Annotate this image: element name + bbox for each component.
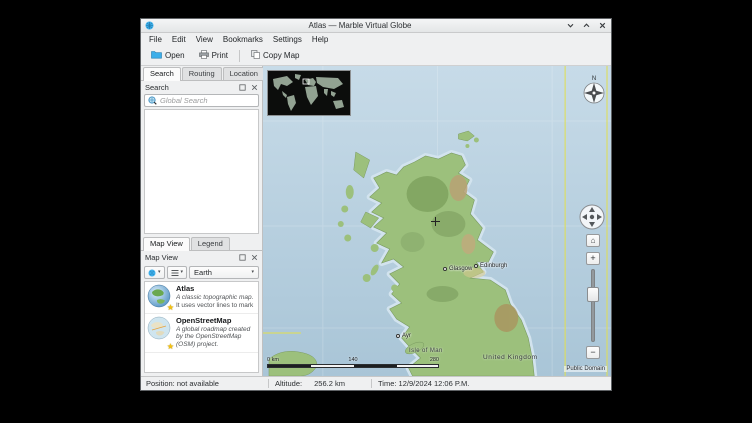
status-time: Time: 12/9/2024 12:06 P.M.: [372, 379, 475, 388]
map-view-panel-header: Map View: [141, 251, 262, 263]
pan-control[interactable]: [579, 204, 605, 235]
status-altitude-label: Altitude:: [275, 379, 302, 388]
status-position: Position: not available: [141, 379, 268, 388]
maximize-button[interactable]: [582, 21, 591, 30]
theme-item-openstreetmap[interactable]: ★ OpenStreetMap A global roadmap created…: [145, 314, 258, 353]
theme-description: It uses vector lines to mark: [176, 302, 256, 310]
globe-icon: [148, 265, 156, 280]
sidebar: Search Routing Location Search: [141, 66, 263, 376]
menu-bookmarks[interactable]: Bookmarks: [218, 35, 268, 44]
status-altitude: Altitude: 256.2 km: [269, 379, 371, 388]
view-mode-button[interactable]: ▾: [167, 266, 188, 279]
close-button[interactable]: [598, 21, 607, 30]
copy-map-button[interactable]: Copy Map: [245, 47, 305, 64]
search-panel-header: Search: [141, 81, 262, 93]
status-altitude-value: 256.2 km: [314, 379, 345, 388]
main-content: Search Routing Location Search: [141, 66, 611, 376]
sidebar-bottom-tabs: Map View Legend: [141, 236, 262, 251]
menu-view[interactable]: View: [191, 35, 218, 44]
menu-file[interactable]: File: [144, 35, 167, 44]
copy-icon: [251, 50, 260, 61]
celestial-body-select[interactable]: Earth ▾: [189, 266, 259, 279]
map-view-controls: ▾ ▾ Earth ▾: [141, 263, 262, 281]
theme-item-atlas[interactable]: ★ Atlas A classic topographic map. It us…: [145, 282, 258, 314]
toolbar-separator: [239, 50, 240, 62]
projection-button[interactable]: ▾: [144, 266, 165, 279]
app-icon: [145, 17, 154, 35]
theme-text: OpenStreetMap A global roadmap created b…: [176, 316, 256, 349]
map-canvas[interactable]: N ⌂: [263, 66, 611, 376]
search-placeholder: Global Search: [160, 96, 208, 105]
float-panel-icon[interactable]: [238, 253, 246, 261]
theme-name: Atlas: [176, 284, 256, 293]
compass[interactable]: N: [583, 76, 605, 104]
globe-search-icon: [148, 92, 157, 110]
home-button[interactable]: ⌂: [586, 234, 600, 247]
rating-star-icon: ★: [167, 343, 174, 351]
minimize-button[interactable]: [566, 21, 575, 30]
printer-icon: [199, 50, 209, 61]
search-results-list[interactable]: [144, 109, 259, 234]
menu-help[interactable]: Help: [307, 35, 333, 44]
zoom-out-button[interactable]: −: [586, 346, 600, 359]
print-button[interactable]: Print: [193, 47, 234, 64]
rating-star-icon: ★: [167, 304, 174, 312]
theme-text: Atlas A classic topographic map. It uses…: [176, 284, 256, 310]
statusbar: Position: not available Altitude: 256.2 …: [141, 376, 611, 390]
atlas-thumbnail: ★: [147, 284, 173, 310]
map-theme-list: ★ Atlas A classic topographic map. It us…: [144, 281, 259, 373]
zoom-in-button[interactable]: +: [586, 252, 600, 265]
openstreetmap-thumbnail: ★: [147, 316, 173, 349]
overview-map[interactable]: [267, 70, 351, 116]
main-toolbar: Open Print Copy Map: [141, 46, 611, 66]
chevron-down-icon: ▾: [251, 270, 254, 275]
window-title: Atlas — Marble Virtual Globe: [154, 21, 566, 30]
folder-open-icon: [151, 50, 162, 61]
close-panel-icon[interactable]: [250, 253, 258, 261]
sidebar-top-tabs: Search Routing Location: [141, 66, 262, 81]
theme-name: OpenStreetMap: [176, 316, 256, 325]
search-panel-title: Search: [145, 83, 169, 92]
theme-tagline: A global roadmap created by the OpenStre…: [176, 326, 256, 349]
tab-routing[interactable]: Routing: [182, 67, 222, 80]
menubar: File Edit View Bookmarks Settings Help: [141, 33, 611, 46]
map-view-panel-title: Map View: [145, 253, 178, 262]
float-panel-icon[interactable]: [238, 83, 246, 91]
titlebar[interactable]: Atlas — Marble Virtual Globe: [141, 19, 611, 33]
home-icon: ⌂: [591, 237, 596, 245]
open-button[interactable]: Open: [145, 47, 191, 64]
tab-location[interactable]: Location: [223, 67, 265, 80]
zoom-slider-track[interactable]: [591, 269, 595, 342]
app-window: Atlas — Marble Virtual Globe File Edit V…: [140, 18, 612, 391]
tab-search[interactable]: Search: [143, 67, 181, 81]
menu-settings[interactable]: Settings: [268, 35, 307, 44]
celestial-body-value: Earth: [194, 268, 212, 277]
menu-edit[interactable]: Edit: [167, 35, 191, 44]
zoom-slider-handle[interactable]: [587, 287, 599, 302]
compass-rose-icon: [583, 82, 605, 104]
tab-map-view[interactable]: Map View: [143, 237, 190, 251]
list-view-icon: [171, 265, 179, 280]
tab-legend[interactable]: Legend: [191, 237, 230, 250]
search-input[interactable]: Global Search: [144, 94, 259, 107]
close-panel-icon[interactable]: [250, 83, 258, 91]
theme-tagline: A classic topographic map.: [176, 294, 256, 302]
